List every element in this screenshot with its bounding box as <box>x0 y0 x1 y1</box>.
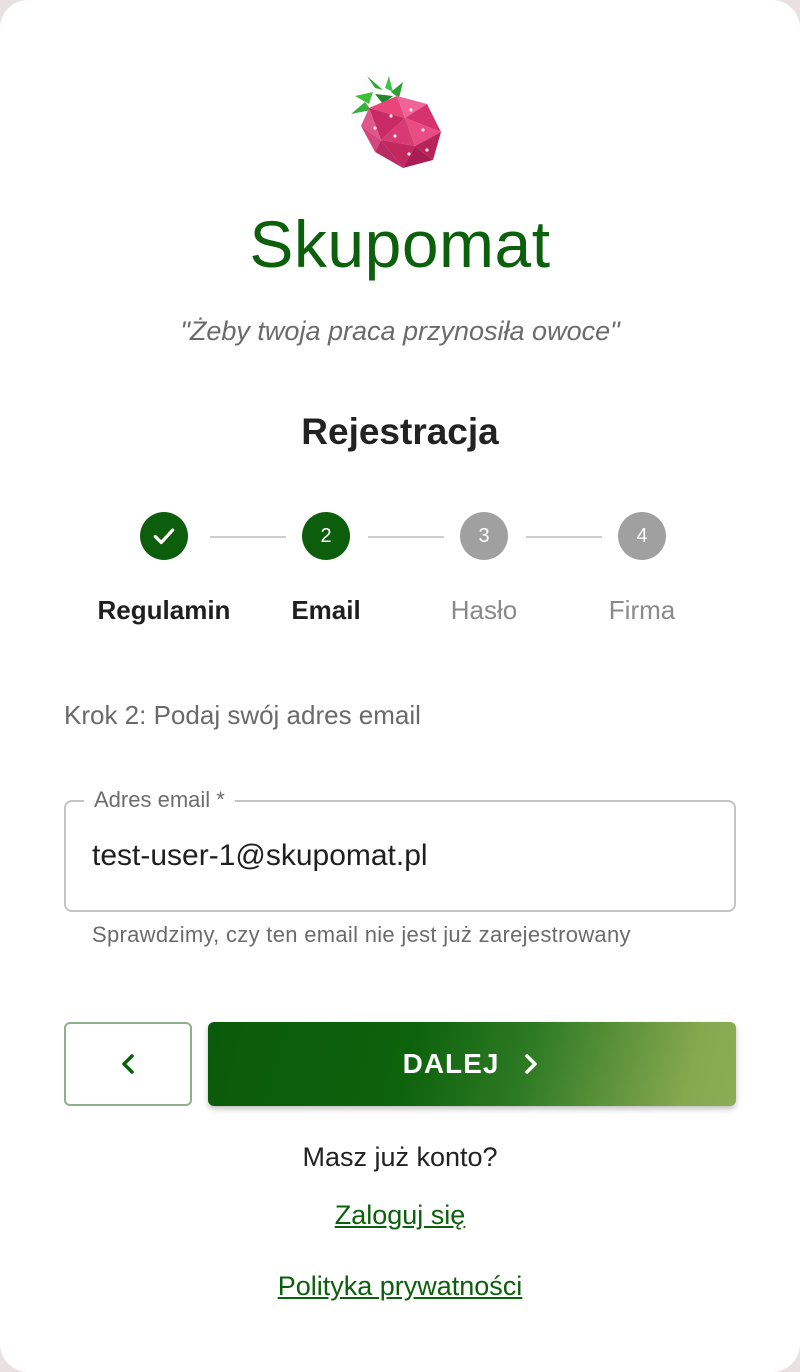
back-button[interactable] <box>64 1022 192 1106</box>
step-instruction: Krok 2: Podaj swój adres email <box>64 700 421 730</box>
have-account-text: Masz już konto? <box>302 1142 498 1172</box>
step-3-circle: 3 <box>460 512 508 560</box>
step-connector <box>526 536 602 538</box>
step-4-label: Firma <box>608 595 676 625</box>
step-1-label: Regulamin <box>97 595 231 625</box>
chevron-right-icon <box>525 1054 538 1074</box>
check-icon <box>153 528 175 545</box>
next-button[interactable]: DALEJ <box>208 1022 736 1106</box>
page-title: Rejestracja <box>301 411 499 452</box>
email-input[interactable] <box>92 832 712 880</box>
registration-card: Skupomat "Żeby twoja praca przynosiła ow… <box>0 0 800 1372</box>
brand-name: Skupomat <box>249 207 551 281</box>
privacy-policy-link[interactable]: Polityka prywatności <box>0 1269 800 1303</box>
step-1-circle <box>140 512 188 560</box>
step-2-label: Email <box>291 595 361 625</box>
chevron-left-icon <box>122 1054 134 1074</box>
next-button-label: DALEJ <box>402 1048 500 1079</box>
step-connector <box>210 536 286 538</box>
step-3-label: Hasło <box>450 595 518 625</box>
email-helper-text: Sprawdzimy, czy ten email nie jest już z… <box>92 922 631 947</box>
email-field: Adres email * <box>64 785 736 912</box>
email-field-label: Adres email * <box>84 785 235 815</box>
step-2-circle: 2 <box>302 512 350 560</box>
step-4-circle: 4 <box>618 512 666 560</box>
tagline: "Żeby twoja praca przynosiła owoce" <box>180 316 620 346</box>
strawberry-icon <box>345 74 449 174</box>
login-link[interactable]: Zaloguj się <box>0 1198 800 1232</box>
step-connector <box>368 536 444 538</box>
